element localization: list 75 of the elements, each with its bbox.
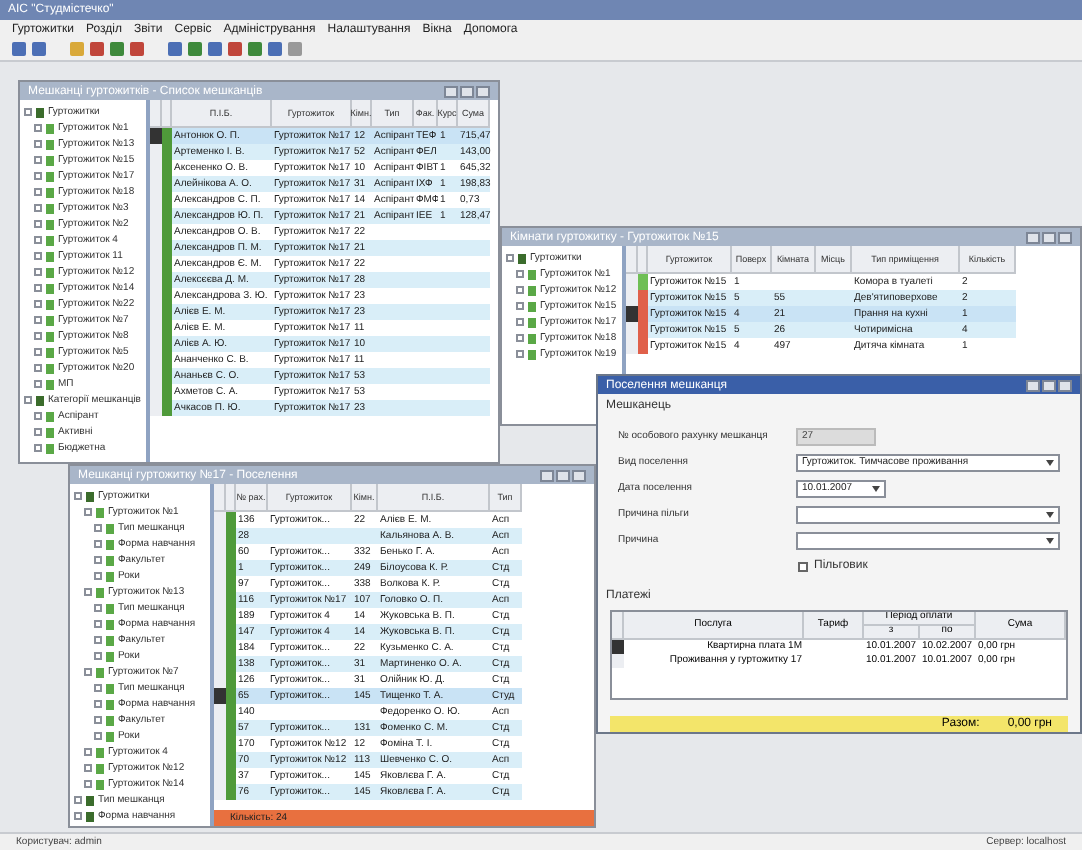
tree-node-icon <box>46 347 54 357</box>
tree-node-icon <box>36 395 44 405</box>
tree-node-icon <box>106 539 114 549</box>
tree-node-icon <box>46 203 54 213</box>
tree-node-icon <box>518 253 526 263</box>
tree-node-icon <box>106 571 114 581</box>
tree-node-icon <box>46 139 54 149</box>
dropdown-arrow-icon[interactable] <box>1046 538 1054 544</box>
tree-node-icon <box>96 763 104 773</box>
tree-node-icon <box>36 107 44 117</box>
tree-node-icon <box>528 349 536 359</box>
tree-node-icon <box>106 731 114 741</box>
tree-node-icon <box>46 443 54 453</box>
tree-node-icon <box>106 603 114 613</box>
tree-node-icon <box>96 667 104 677</box>
tree-node-icon <box>46 363 54 373</box>
collapse-icon[interactable] <box>24 108 32 116</box>
tree-node-icon <box>46 283 54 293</box>
minimize-icon[interactable] <box>1026 231 1040 243</box>
tree-node-icon <box>528 285 536 295</box>
tree-node-icon <box>46 427 54 437</box>
minimize-icon[interactable] <box>540 469 554 481</box>
tree-node-icon <box>106 619 114 629</box>
tree-node-icon <box>46 187 54 197</box>
tree-node-icon <box>46 123 54 133</box>
close-icon[interactable] <box>572 469 586 481</box>
close-icon[interactable] <box>1058 379 1072 391</box>
minimize-icon[interactable] <box>1026 379 1040 391</box>
dropdown-field[interactable] <box>796 506 1060 524</box>
collapse-icon[interactable] <box>506 254 514 262</box>
tree-node-icon <box>46 171 54 181</box>
tree-node-icon <box>96 587 104 597</box>
tree-node-icon <box>46 267 54 277</box>
tree-node-icon <box>46 315 54 325</box>
tree-node-icon <box>46 331 54 341</box>
tree-node-icon <box>46 379 54 389</box>
tree-node-icon <box>106 651 114 661</box>
checkbox[interactable] <box>798 562 808 572</box>
tree-node-icon <box>46 411 54 421</box>
tree-node-icon <box>106 523 114 533</box>
tree-node-icon <box>528 269 536 279</box>
maximize-icon[interactable] <box>556 469 570 481</box>
tree-node-icon <box>528 301 536 311</box>
close-icon[interactable] <box>476 85 490 97</box>
tree-node-icon <box>46 235 54 245</box>
collapse-icon[interactable] <box>84 668 92 676</box>
collapse-icon[interactable] <box>24 396 32 404</box>
minimize-icon[interactable] <box>444 85 458 97</box>
tree-node-icon <box>46 219 54 229</box>
maximize-icon[interactable] <box>460 85 474 97</box>
tree-node-icon <box>96 779 104 789</box>
tree-node-icon <box>46 155 54 165</box>
tree-node-icon <box>96 507 104 517</box>
tree-node-icon <box>46 299 54 309</box>
maximize-icon[interactable] <box>1042 379 1056 391</box>
tree-node-icon <box>86 795 94 805</box>
close-icon[interactable] <box>1058 231 1072 243</box>
tree-node-icon <box>106 635 114 645</box>
dropdown-arrow-icon[interactable] <box>1046 512 1054 518</box>
tree-node-icon <box>86 491 94 501</box>
tree-node-icon <box>528 333 536 343</box>
tree-node-icon <box>106 699 114 709</box>
collapse-icon[interactable] <box>84 588 92 596</box>
tree-node-icon <box>106 683 114 693</box>
maximize-icon[interactable] <box>1042 231 1056 243</box>
tree-node-icon <box>86 811 94 821</box>
tree-node-icon <box>106 715 114 725</box>
tree-node-icon <box>528 317 536 327</box>
header-cell <box>612 612 624 640</box>
tree-node-icon <box>46 251 54 261</box>
dropdown-field[interactable] <box>796 532 1060 550</box>
tree-node-icon <box>96 747 104 757</box>
dropdown-arrow-icon[interactable] <box>872 486 880 492</box>
dropdown-arrow-icon[interactable] <box>1046 460 1054 466</box>
tree-node-icon <box>106 555 114 565</box>
